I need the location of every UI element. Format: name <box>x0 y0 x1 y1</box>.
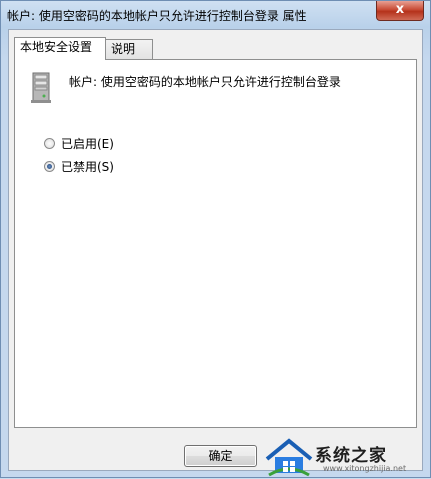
option-disabled[interactable]: 已禁用(S) <box>44 158 114 174</box>
radio-enabled[interactable] <box>44 137 55 149</box>
option-disabled-label[interactable]: 已禁用(S) <box>61 158 114 175</box>
dialog-client-area: 本地安全设置 说明 帐户: 使用空密码的本地帐户只允许进行控制台登录 已启用(E… <box>8 29 423 471</box>
policy-name: 帐户: 使用空密码的本地帐户只允许进行控制台登录 <box>69 75 341 89</box>
tab-panel: 帐户: 使用空密码的本地帐户只允许进行控制台登录 已启用(E) 已禁用(S) <box>14 59 417 428</box>
tab-local-security-setting[interactable]: 本地安全设置 <box>14 37 106 60</box>
option-enabled-label[interactable]: 已启用(E) <box>61 135 114 152</box>
window-title: 帐户: 使用空密码的本地帐户只允许进行控制台登录 属性 <box>7 9 307 23</box>
close-button[interactable]: x <box>376 1 424 21</box>
option-enabled[interactable]: 已启用(E) <box>44 135 114 151</box>
server-icon <box>31 72 51 103</box>
watermark-text: 系统之家 <box>315 446 387 466</box>
watermark: 系统之家 www.xitongzhijia.net <box>263 433 431 479</box>
tab-explain[interactable]: 说明 <box>105 39 153 59</box>
ok-button[interactable]: 确定 <box>184 445 257 467</box>
properties-dialog: 帐户: 使用空密码的本地帐户只允许进行控制台登录 属性 x 本地安全设置 说明 … <box>0 0 431 478</box>
watermark-url: www.xitongzhijia.net <box>323 464 407 473</box>
radio-disabled[interactable] <box>44 160 55 172</box>
house-logo-icon <box>265 438 313 477</box>
close-icon: x <box>395 2 405 17</box>
title-bar[interactable]: 帐户: 使用空密码的本地帐户只允许进行控制台登录 属性 x <box>1 1 430 29</box>
